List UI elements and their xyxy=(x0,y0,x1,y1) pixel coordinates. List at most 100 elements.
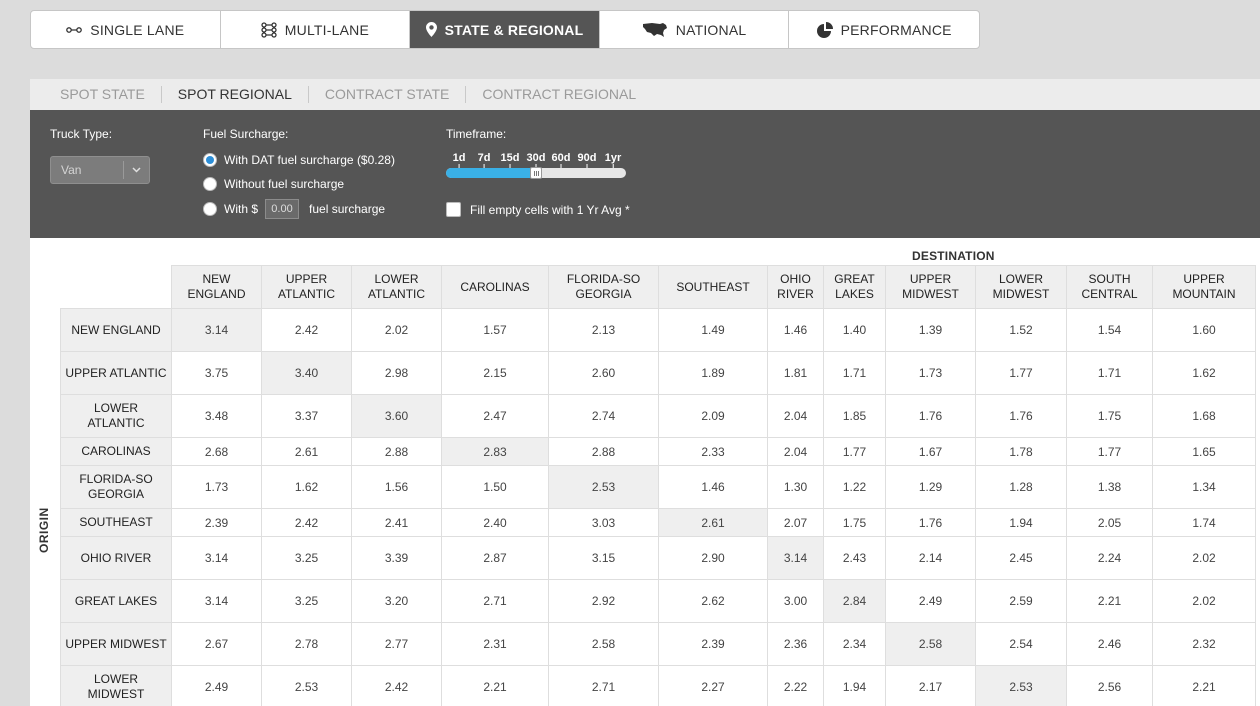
rate-cell[interactable]: 2.02 xyxy=(1152,536,1256,580)
rate-cell[interactable]: 2.24 xyxy=(1066,536,1153,580)
rate-cell[interactable]: 2.53 xyxy=(261,665,352,706)
tab-state-regional[interactable]: STATE & REGIONAL xyxy=(410,11,600,48)
tab-single-lane[interactable]: SINGLE LANE xyxy=(31,11,221,48)
rate-cell[interactable]: 2.42 xyxy=(261,508,352,537)
rate-cell[interactable]: 2.42 xyxy=(351,665,442,706)
tick-90d[interactable]: 90d xyxy=(578,152,596,168)
timeframe-slider[interactable] xyxy=(446,167,626,179)
rate-cell[interactable]: 3.15 xyxy=(548,536,659,580)
rate-cell[interactable]: 1.85 xyxy=(823,394,886,438)
rate-cell[interactable]: 2.61 xyxy=(261,437,352,466)
rate-cell[interactable]: 2.56 xyxy=(1066,665,1153,706)
rate-cell[interactable]: 1.40 xyxy=(823,308,886,352)
tab-multi-lane[interactable]: MULTI-LANE xyxy=(221,11,411,48)
rate-cell[interactable]: 3.48 xyxy=(171,394,262,438)
rate-cell[interactable]: 2.74 xyxy=(548,394,659,438)
rate-cell[interactable]: 2.58 xyxy=(548,622,659,666)
rate-cell[interactable]: 2.67 xyxy=(171,622,262,666)
rate-cell[interactable]: 1.29 xyxy=(885,465,976,509)
rate-cell[interactable]: 2.39 xyxy=(658,622,768,666)
rate-cell[interactable]: 3.39 xyxy=(351,536,442,580)
rate-cell[interactable]: 3.14 xyxy=(171,308,262,352)
rate-cell[interactable]: 2.13 xyxy=(548,308,659,352)
rate-cell[interactable]: 2.71 xyxy=(441,579,549,623)
rate-cell[interactable]: 1.75 xyxy=(1066,394,1153,438)
tab-performance[interactable]: PERFORMANCE xyxy=(789,11,979,48)
rate-cell[interactable]: 2.88 xyxy=(548,437,659,466)
rate-cell[interactable]: 2.36 xyxy=(767,622,824,666)
rate-cell[interactable]: 1.67 xyxy=(885,437,976,466)
rate-cell[interactable]: 2.49 xyxy=(171,665,262,706)
tick-30d[interactable]: 30d xyxy=(527,152,545,168)
rate-cell[interactable]: 2.46 xyxy=(1066,622,1153,666)
rate-cell[interactable]: 2.77 xyxy=(351,622,442,666)
subtab-contract-state[interactable]: CONTRACT STATE xyxy=(309,86,467,103)
rate-cell[interactable]: 2.04 xyxy=(767,394,824,438)
rate-cell[interactable]: 2.83 xyxy=(441,437,549,466)
rate-cell[interactable]: 2.60 xyxy=(548,351,659,395)
rate-cell[interactable]: 3.25 xyxy=(261,579,352,623)
rate-cell[interactable]: 2.68 xyxy=(171,437,262,466)
truck-type-select[interactable]: Van xyxy=(50,156,150,184)
rate-cell[interactable]: 3.75 xyxy=(171,351,262,395)
rate-cell[interactable]: 1.30 xyxy=(767,465,824,509)
rate-cell[interactable]: 2.62 xyxy=(658,579,768,623)
rate-cell[interactable]: 2.39 xyxy=(171,508,262,537)
radio-custom-fuel[interactable] xyxy=(203,202,217,216)
rate-cell[interactable]: 1.49 xyxy=(658,308,768,352)
rate-cell[interactable]: 2.87 xyxy=(441,536,549,580)
rate-cell[interactable]: 1.65 xyxy=(1152,437,1256,466)
tick-1yr[interactable]: 1yr xyxy=(605,152,621,168)
rate-cell[interactable]: 2.02 xyxy=(351,308,442,352)
rate-cell[interactable]: 3.14 xyxy=(171,579,262,623)
rate-cell[interactable]: 2.90 xyxy=(658,536,768,580)
tick-15d[interactable]: 15d xyxy=(501,152,519,168)
rate-cell[interactable]: 1.71 xyxy=(1066,351,1153,395)
rate-cell[interactable]: 1.52 xyxy=(975,308,1067,352)
rate-cell[interactable]: 1.68 xyxy=(1152,394,1256,438)
rate-cell[interactable]: 1.57 xyxy=(441,308,549,352)
rate-cell[interactable]: 2.04 xyxy=(767,437,824,466)
fuel-option-none[interactable]: Without fuel surcharge xyxy=(203,177,344,191)
rate-cell[interactable]: 2.92 xyxy=(548,579,659,623)
rate-cell[interactable]: 2.32 xyxy=(1152,622,1256,666)
rate-cell[interactable]: 2.84 xyxy=(823,579,886,623)
rate-cell[interactable]: 2.22 xyxy=(767,665,824,706)
fuel-option-dat[interactable]: With DAT fuel surcharge ($0.28) xyxy=(203,153,395,167)
rate-cell[interactable]: 2.17 xyxy=(885,665,976,706)
fuel-option-custom[interactable]: With $ fuel surcharge xyxy=(203,199,385,219)
rate-cell[interactable]: 1.77 xyxy=(1066,437,1153,466)
rate-cell[interactable]: 1.76 xyxy=(885,394,976,438)
rate-cell[interactable]: 1.22 xyxy=(823,465,886,509)
rate-cell[interactable]: 3.40 xyxy=(261,351,352,395)
rate-cell[interactable]: 1.94 xyxy=(823,665,886,706)
rate-cell[interactable]: 2.78 xyxy=(261,622,352,666)
subtab-spot-regional[interactable]: SPOT REGIONAL xyxy=(162,86,309,103)
rate-cell[interactable]: 1.28 xyxy=(975,465,1067,509)
rate-cell[interactable]: 1.46 xyxy=(767,308,824,352)
subtab-spot-state[interactable]: SPOT STATE xyxy=(44,86,162,103)
rate-cell[interactable]: 1.62 xyxy=(1152,351,1256,395)
rate-cell[interactable]: 3.37 xyxy=(261,394,352,438)
rate-cell[interactable]: 2.02 xyxy=(1152,579,1256,623)
rate-cell[interactable]: 1.73 xyxy=(171,465,262,509)
rate-cell[interactable]: 2.53 xyxy=(975,665,1067,706)
rate-cell[interactable]: 2.98 xyxy=(351,351,442,395)
rate-cell[interactable]: 1.75 xyxy=(823,508,886,537)
rate-cell[interactable]: 2.05 xyxy=(1066,508,1153,537)
rate-cell[interactable]: 1.78 xyxy=(975,437,1067,466)
rate-cell[interactable]: 2.88 xyxy=(351,437,442,466)
subtab-contract-regional[interactable]: CONTRACT REGIONAL xyxy=(466,86,652,103)
fill-empty-checkbox[interactable] xyxy=(446,202,461,217)
radio-dat-fuel[interactable] xyxy=(203,153,217,167)
rate-cell[interactable]: 2.45 xyxy=(975,536,1067,580)
rate-cell[interactable]: 2.49 xyxy=(885,579,976,623)
tick-1d[interactable]: 1d xyxy=(453,152,465,168)
tick-7d[interactable]: 7d xyxy=(478,152,490,168)
rate-cell[interactable]: 2.21 xyxy=(441,665,549,706)
rate-cell[interactable]: 2.21 xyxy=(1152,665,1256,706)
rate-cell[interactable]: 3.14 xyxy=(767,536,824,580)
rate-cell[interactable]: 2.43 xyxy=(823,536,886,580)
rate-cell[interactable]: 1.71 xyxy=(823,351,886,395)
rate-cell[interactable]: 2.41 xyxy=(351,508,442,537)
